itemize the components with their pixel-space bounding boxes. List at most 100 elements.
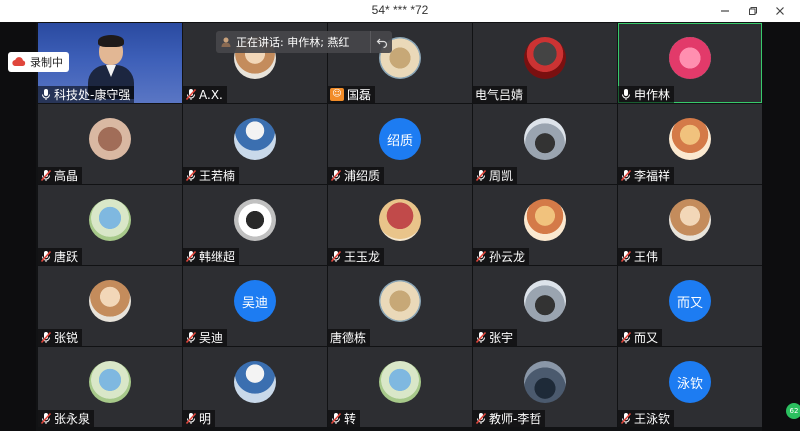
- participant-name: 电气吕婧: [475, 88, 524, 102]
- participant-tile[interactable]: 高晶: [38, 104, 182, 184]
- participant-name: 国磊: [347, 88, 372, 102]
- microphone-muted-icon: [185, 88, 197, 101]
- participant-label: 王伟: [618, 248, 663, 265]
- participant-label: 电气吕婧: [473, 86, 528, 103]
- participant-name: 王玉龙: [344, 250, 381, 264]
- participant-label: A.X.: [183, 86, 227, 103]
- participant-name: 韩继超: [199, 250, 236, 264]
- participant-tile[interactable]: 绍质 浦绍质: [328, 104, 472, 184]
- participant-label: 李福祥: [618, 167, 675, 184]
- meeting-stage: 科技处-康守强 A.X. ☺ 国磊 电气吕婧 申作林高晶 王若楠 绍质 浦绍质 周凯 李福祥唐跃韩继…: [0, 22, 800, 431]
- participant-tile[interactable]: 申作林: [618, 23, 762, 103]
- microphone-icon: [40, 88, 52, 101]
- participant-label: 科技处-康守强: [38, 86, 135, 103]
- participant-label: 张宇: [473, 329, 518, 346]
- participant-avatar: [669, 199, 711, 241]
- participant-tile[interactable]: 唐德栋: [328, 266, 472, 346]
- close-button[interactable]: [767, 0, 793, 22]
- participant-avatar: 而又: [669, 280, 711, 322]
- microphone-muted-icon: [620, 412, 632, 425]
- microphone-muted-icon: [475, 169, 487, 182]
- participant-tile[interactable]: 电气吕婧: [473, 23, 617, 103]
- participant-tile[interactable]: 孙云龙: [473, 185, 617, 265]
- minimize-icon: [721, 10, 729, 12]
- participant-avatar: [234, 199, 276, 241]
- microphone-muted-icon: [185, 412, 197, 425]
- participant-name: 张锐: [54, 331, 79, 345]
- microphone-muted-icon: [330, 169, 342, 182]
- microphone-muted-icon: [475, 250, 487, 263]
- recording-label: 录制中: [30, 56, 63, 69]
- participant-tile[interactable]: 韩继超: [183, 185, 327, 265]
- participant-name: 转: [344, 412, 357, 426]
- participant-avatar: [89, 361, 131, 403]
- collapse-speaking-button[interactable]: [370, 31, 392, 53]
- microphone-muted-icon: [40, 250, 52, 263]
- participant-label: 张锐: [38, 329, 83, 346]
- participant-avatar: [524, 199, 566, 241]
- speaking-indicator: 正在讲话: 申作林; 燕红: [216, 31, 392, 53]
- participant-name: 王若楠: [199, 169, 236, 183]
- video-logo: [46, 27, 106, 35]
- participant-tile[interactable]: 唐跃: [38, 185, 182, 265]
- microphone-muted-icon: [620, 331, 632, 344]
- participant-avatar: [524, 361, 566, 403]
- left-gutter: [0, 22, 36, 431]
- minimize-button[interactable]: [712, 0, 738, 22]
- speaking-text: 正在讲话: 申作林; 燕红: [236, 36, 350, 49]
- participant-label: 韩继超: [183, 248, 240, 265]
- network-status-badge[interactable]: 62: [786, 403, 800, 419]
- microphone-muted-icon: [330, 250, 342, 263]
- participant-avatar: [379, 199, 421, 241]
- participant-label: ☺ 国磊: [328, 86, 376, 103]
- microphone-muted-icon: [40, 331, 52, 344]
- participant-tile[interactable]: 转: [328, 347, 472, 427]
- microphone-muted-icon: [475, 331, 487, 344]
- participant-avatar: [234, 361, 276, 403]
- participant-tile[interactable]: 泳钦王泳钦: [618, 347, 762, 427]
- participant-tile[interactable]: 周凯: [473, 104, 617, 184]
- participant-label: 高晶: [38, 167, 83, 184]
- participant-name: 李福祥: [634, 169, 671, 183]
- participant-avatar: [524, 37, 566, 79]
- microphone-muted-icon: [185, 169, 197, 182]
- recording-indicator[interactable]: 录制中: [8, 52, 69, 72]
- participant-avatar: [89, 199, 131, 241]
- participant-tile[interactable]: 而又 而又: [618, 266, 762, 346]
- participant-name: 申作林: [634, 88, 671, 102]
- microphone-muted-icon: [185, 250, 197, 263]
- microphone-muted-icon: [620, 250, 632, 263]
- participant-tile[interactable]: 张永泉: [38, 347, 182, 427]
- participant-name: 孙云龙: [489, 250, 526, 264]
- participant-label: 明: [183, 410, 216, 427]
- participant-tile[interactable]: 张宇: [473, 266, 617, 346]
- participant-tile[interactable]: 明: [183, 347, 327, 427]
- window-title: 54* *** *72: [371, 3, 429, 17]
- participant-label: 周凯: [473, 167, 518, 184]
- participant-avatar: [89, 118, 131, 160]
- participant-tile[interactable]: 吴迪 吴迪: [183, 266, 327, 346]
- participant-name: 吴迪: [199, 331, 224, 345]
- participant-avatar: [234, 118, 276, 160]
- participant-name: 王泳钦: [634, 412, 671, 426]
- speaker-avatar-icon: [216, 31, 236, 53]
- participant-avatar: [379, 280, 421, 322]
- participant-tile[interactable]: 王玉龙: [328, 185, 472, 265]
- participant-label: 吴迪: [183, 329, 228, 346]
- right-gutter: [762, 22, 800, 431]
- participant-name: 而又: [634, 331, 659, 345]
- participant-tile[interactable]: 张锐: [38, 266, 182, 346]
- participant-label: 王玉龙: [328, 248, 385, 265]
- participant-avatar: 泳钦: [669, 361, 711, 403]
- participant-tile[interactable]: 王若楠: [183, 104, 327, 184]
- participant-tile[interactable]: 王伟: [618, 185, 762, 265]
- participant-tile[interactable]: 教师-李哲: [473, 347, 617, 427]
- participant-tile[interactable]: 李福祥: [618, 104, 762, 184]
- restore-button[interactable]: [740, 0, 766, 22]
- host-person-icon: ☺: [330, 88, 344, 101]
- restore-icon: [749, 7, 757, 15]
- participant-label: 唐德栋: [328, 329, 371, 346]
- microphone-muted-icon: [185, 331, 197, 344]
- microphone-muted-icon: [40, 169, 52, 182]
- participant-label: 教师-李哲: [473, 410, 546, 427]
